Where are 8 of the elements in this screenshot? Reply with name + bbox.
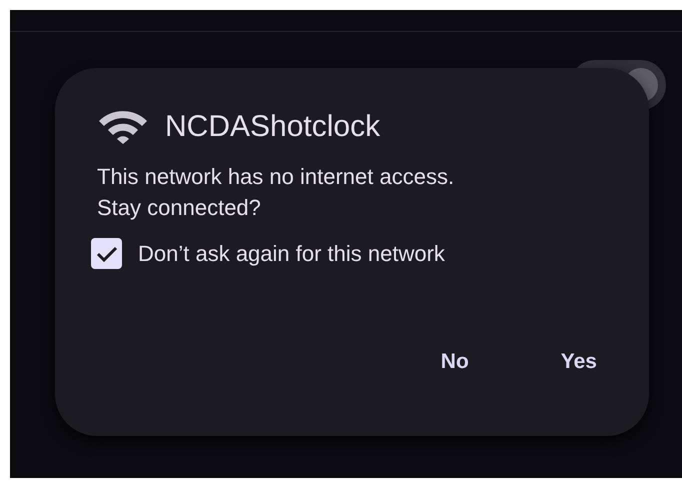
- yes-button[interactable]: Yes: [548, 342, 609, 382]
- check-icon: [96, 244, 118, 262]
- wifi-icon: [97, 110, 149, 144]
- dialog-message: This network has no internet access. Stay connected?: [97, 163, 456, 222]
- dialog-title: NCDAShotclock: [165, 109, 380, 145]
- no-button[interactable]: No: [428, 342, 481, 382]
- checkbox-label: Don’t ask again for this network: [138, 240, 445, 268]
- checkbox[interactable]: [91, 238, 122, 269]
